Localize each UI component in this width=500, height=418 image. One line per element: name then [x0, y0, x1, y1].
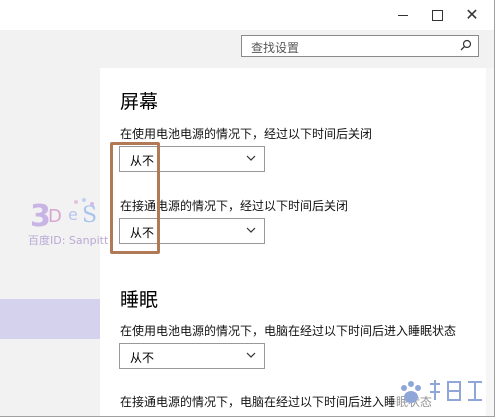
- minimize-button[interactable]: [386, 0, 420, 30]
- watermark-text: 百度ID: Sanpitt: [28, 234, 109, 247]
- search-input[interactable]: 查找设置: [241, 35, 479, 57]
- svg-text:S: S: [82, 203, 97, 228]
- sleep-section-title: 睡眠: [120, 289, 159, 311]
- scrollbar[interactable]: [486, 68, 494, 416]
- maximize-button[interactable]: [420, 0, 454, 30]
- maximize-icon: [431, 9, 443, 21]
- minimize-icon: [398, 14, 408, 16]
- search-icon[interactable]: [460, 39, 472, 51]
- sleep-battery-label: 在使用电池电源的情况下，电脑在经过以下时间后进入睡眠状态: [120, 324, 457, 338]
- chevron-down-icon: [246, 352, 256, 358]
- sidebar-item-selected[interactable]: [0, 299, 100, 339]
- chevron-down-icon: [246, 155, 256, 161]
- chevron-down-icon: [246, 227, 256, 233]
- highlight-annotation: [110, 142, 160, 254]
- title-bar: ✕: [0, 0, 494, 30]
- close-icon: ✕: [465, 5, 479, 24]
- svg-text:e: e: [68, 205, 78, 224]
- screen-section-title: 屏幕: [120, 91, 159, 113]
- dropdown-value: 从不: [130, 351, 155, 365]
- search-placeholder: 查找设置: [251, 41, 300, 55]
- settings-window: ✕ 查找设置 3 D e S 百度ID: Sanpitt 屏幕 在使用电池电源的…: [0, 0, 495, 417]
- close-button[interactable]: ✕: [455, 0, 489, 30]
- svg-text:D: D: [48, 206, 62, 227]
- baidu-logo: [394, 374, 490, 414]
- screen-battery-label: 在使用电池电源的情况下，经过以下时间后关闭: [120, 127, 373, 141]
- sleep-battery-dropdown[interactable]: 从不: [119, 343, 265, 369]
- sleep-plugged-label: 在接通电源的情况下，电脑在经过以下时间后进入睡眠状态: [120, 395, 433, 409]
